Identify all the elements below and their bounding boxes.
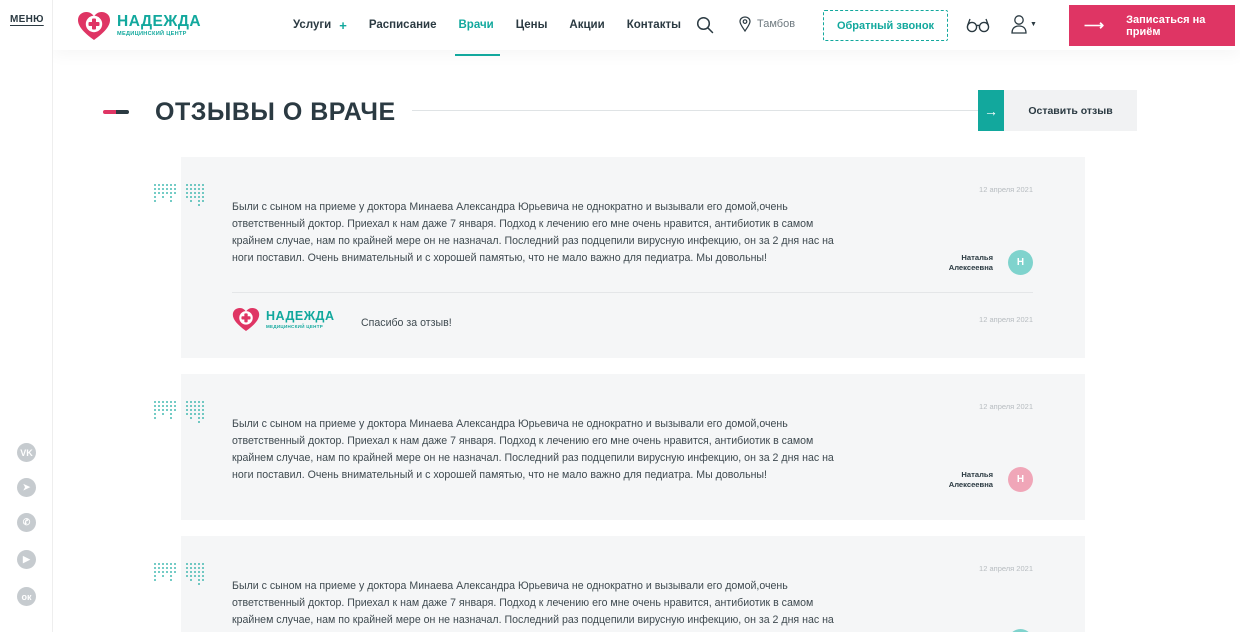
plus-icon: + xyxy=(339,17,347,33)
nav-item-schedule[interactable]: Расписание xyxy=(369,0,437,50)
logo-subtitle: МЕДИЦИНСКИЙ ЦЕНТР xyxy=(117,30,187,37)
main-nav: Услуги + Расписание Врачи Цены Акции Кон… xyxy=(293,0,703,56)
title-accent-dash xyxy=(103,110,129,114)
header: НАДЕЖДА МЕДИЦИНСКИЙ ЦЕНТР Услуги + Распи… xyxy=(53,0,1240,56)
nav-item-promotions[interactable]: Акции xyxy=(569,0,604,50)
avatar: Н xyxy=(1008,250,1033,275)
nav-item-label: Услуги xyxy=(293,19,332,31)
city-name: Тамбов xyxy=(757,18,796,30)
nav-item-services[interactable]: Услуги + xyxy=(293,0,347,50)
book-appointment-button[interactable]: ⟶ Записаться на приём xyxy=(1069,5,1235,46)
title-divider xyxy=(412,110,978,111)
review-card: Были с сыном на приеме у доктора Минаева… xyxy=(154,374,1085,520)
left-rail: МЕНЮ VK ➤ ✆ ▶ ок xyxy=(0,0,53,632)
reply-date: 12 апреля 2021 xyxy=(979,315,1033,324)
review-card: Были с сыном на приеме у доктора Минаева… xyxy=(154,157,1085,358)
nav-item-label: Контакты xyxy=(626,19,681,31)
logo-name: НАДЕЖДА xyxy=(266,309,335,323)
chevron-down-icon: ▼ xyxy=(1030,20,1037,28)
user-account-menu[interactable]: ▼ xyxy=(1011,14,1037,34)
search-icon[interactable] xyxy=(696,16,714,34)
author-first-name: Наталья xyxy=(961,253,993,262)
review-text: Были с сыном на приеме у доктора Минаева… xyxy=(232,201,834,264)
review-date: 12 апреля 2021 xyxy=(979,564,1033,573)
author-first-name: Наталья xyxy=(961,470,993,479)
youtube-icon[interactable]: ▶ xyxy=(17,550,36,569)
review-date: 12 апреля 2021 xyxy=(979,402,1033,411)
arrow-right-icon: ⟶ xyxy=(1084,17,1105,33)
review-author: Наталья Алексеевна xyxy=(949,470,993,490)
avatar: Н xyxy=(1008,467,1033,492)
nav-item-doctors[interactable]: Врачи xyxy=(454,0,500,56)
review-text: Были с сыном на приеме у доктора Минаева… xyxy=(232,418,834,481)
nav-item-contacts[interactable]: Контакты xyxy=(627,0,681,50)
callback-button[interactable]: Обратный звонок xyxy=(823,10,948,41)
leave-review-label: Оставить отзыв xyxy=(1028,104,1113,117)
page: МЕНЮ VK ➤ ✆ ▶ ок НАДЕЖДА МЕДИЦИНСКИЙ ЦЕН… xyxy=(0,0,1240,632)
accessibility-glasses-icon[interactable] xyxy=(966,16,990,34)
book-appointment-label: Записаться на приём xyxy=(1126,13,1206,38)
reply-divider xyxy=(232,292,1033,293)
reply-clinic-logo: НАДЕЖДА МЕДИЦИНСКИЙ ЦЕНТР xyxy=(232,307,335,332)
logo-name: НАДЕЖДА xyxy=(117,13,202,31)
whatsapp-icon[interactable]: ✆ xyxy=(17,513,36,532)
vk-icon[interactable]: VK xyxy=(17,443,36,462)
section-title: ОТЗЫВЫ О ВРАЧЕ xyxy=(155,98,396,126)
heart-logo-icon xyxy=(78,12,110,40)
author-last-name: Алексеевна xyxy=(948,480,993,489)
arrow-right-icon: → xyxy=(978,90,1004,131)
decorative-dots-icon xyxy=(154,401,204,423)
logo[interactable]: НАДЕЖДА МЕДИЦИНСКИЙ ЦЕНТР xyxy=(77,9,201,43)
nav-item-label: Акции xyxy=(569,19,605,31)
odnoklassniki-icon[interactable]: ок xyxy=(17,587,36,606)
logo-subtitle: МЕДИЦИНСКИЙ ЦЕНТР xyxy=(266,323,324,329)
author-last-name: Алексеевна xyxy=(948,263,993,272)
nav-item-label: Цены xyxy=(515,19,548,31)
location-pin-icon xyxy=(739,16,751,32)
heart-logo-icon xyxy=(232,307,260,332)
reply-text: Спасибо за отзыв! xyxy=(361,317,452,329)
user-icon xyxy=(1011,15,1027,34)
review-card: Были с сыном на приеме у доктора Минаева… xyxy=(154,536,1085,632)
nav-item-label: Врачи xyxy=(458,19,494,31)
leave-review-button[interactable]: → Оставить отзыв xyxy=(978,90,1137,131)
review-author: Наталья Алексеевна xyxy=(949,253,993,273)
decorative-dots-icon xyxy=(154,184,204,206)
nav-item-prices[interactable]: Цены xyxy=(516,0,548,50)
city-selector[interactable]: Тамбов xyxy=(739,16,795,32)
review-text: Были с сыном на приеме у доктора Минаева… xyxy=(232,580,834,632)
decorative-dots-icon xyxy=(154,563,204,585)
nav-item-label: Расписание xyxy=(368,19,437,31)
menu-button[interactable]: МЕНЮ xyxy=(10,14,44,25)
telegram-icon[interactable]: ➤ xyxy=(17,478,36,497)
review-date: 12 апреля 2021 xyxy=(979,185,1033,194)
